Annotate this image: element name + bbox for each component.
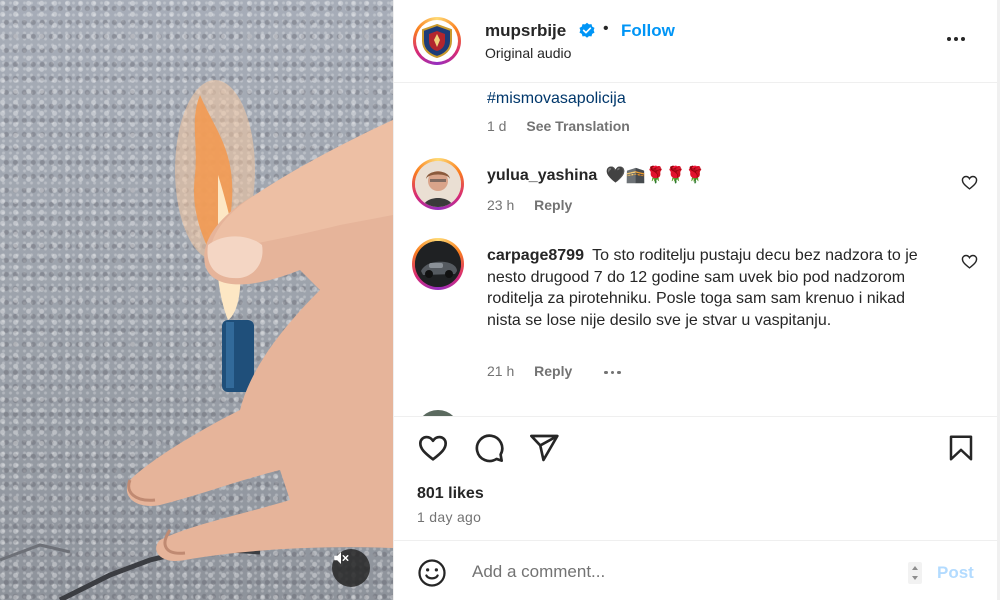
more-dot-icon	[954, 37, 958, 41]
comment-options-button[interactable]	[604, 370, 621, 375]
comment-username[interactable]: carpage8799	[487, 247, 584, 264]
caption-age: 1 d	[487, 118, 507, 134]
post-actions: 801 likes 1 day ago	[394, 416, 998, 541]
reply-button[interactable]: Reply	[534, 363, 572, 379]
post-header: mupsrbije • Follow Original audio	[394, 0, 998, 83]
more-dot-icon	[617, 370, 621, 375]
comment-like-heart-icon[interactable]	[961, 174, 978, 191]
mute-toggle-button[interactable]	[332, 549, 370, 587]
more-options-button[interactable]	[947, 37, 965, 41]
more-dot-icon	[610, 370, 615, 375]
commenter-photo	[415, 161, 461, 207]
header-separator: •	[603, 20, 609, 37]
comment-age: 23 h	[487, 197, 515, 213]
police-emblem-icon	[422, 23, 452, 59]
original-audio-link[interactable]: Original audio	[485, 45, 571, 61]
see-translation-button[interactable]: See Translation	[526, 118, 629, 134]
muted-speaker-icon	[334, 552, 349, 564]
video-frame	[0, 80, 393, 600]
caption-meta: 1 d See Translation	[487, 118, 630, 134]
comment-meta: 21 h Reply	[487, 363, 621, 379]
author-username[interactable]: mupsrbije	[485, 21, 566, 41]
share-icon[interactable]	[527, 432, 561, 464]
commenter-avatar[interactable]	[412, 158, 464, 210]
bookmark-icon[interactable]	[946, 432, 976, 464]
more-dot-icon	[961, 37, 965, 41]
post-video[interactable]	[0, 0, 393, 600]
commenter-photo	[415, 241, 461, 287]
comment-composer: Post	[394, 540, 998, 601]
likes-count[interactable]: 801 likes	[417, 485, 484, 503]
firework-highlight	[226, 322, 234, 388]
comment-body: yulua_yashina 🖤🕋🌹🌹🌹	[487, 165, 927, 187]
caption-hashtag[interactable]: #mismovasapolicija	[487, 90, 626, 108]
commenter-avatar[interactable]	[412, 238, 464, 290]
comments-list[interactable]: #mismovasapolicija 1 d See Translation y…	[394, 83, 998, 416]
comment-username[interactable]: yulua_yashina	[487, 167, 597, 184]
post-date: 1 day ago	[417, 509, 482, 525]
comment-body: carpage8799 To sto roditelju pustaju dec…	[487, 245, 927, 331]
caption-clipped-text	[487, 83, 837, 85]
more-dot-icon	[947, 37, 951, 41]
comment-input[interactable]	[472, 560, 892, 584]
follow-button[interactable]: Follow	[621, 21, 675, 41]
comment-meta: 23 h Reply	[487, 197, 572, 213]
verified-badge-icon	[579, 22, 595, 38]
reply-button[interactable]: Reply	[534, 197, 572, 213]
scroll-stepper-icon[interactable]	[908, 562, 922, 584]
heart-icon[interactable]	[416, 432, 450, 464]
road-crack-secondary	[0, 543, 71, 562]
more-dot-icon	[604, 370, 608, 375]
emoji-icon[interactable]	[417, 558, 447, 588]
post-details-panel: mupsrbije • Follow Original audio #mismo…	[393, 0, 998, 601]
caption-cut-line	[487, 83, 837, 85]
author-avatar[interactable]	[413, 17, 461, 65]
comment-age: 21 h	[487, 363, 515, 379]
post-comment-button[interactable]: Post	[937, 563, 974, 583]
comment-like-heart-icon[interactable]	[961, 253, 978, 270]
comment-text: 🖤🕋🌹🌹🌹	[605, 167, 706, 184]
comment-icon[interactable]	[472, 432, 506, 464]
